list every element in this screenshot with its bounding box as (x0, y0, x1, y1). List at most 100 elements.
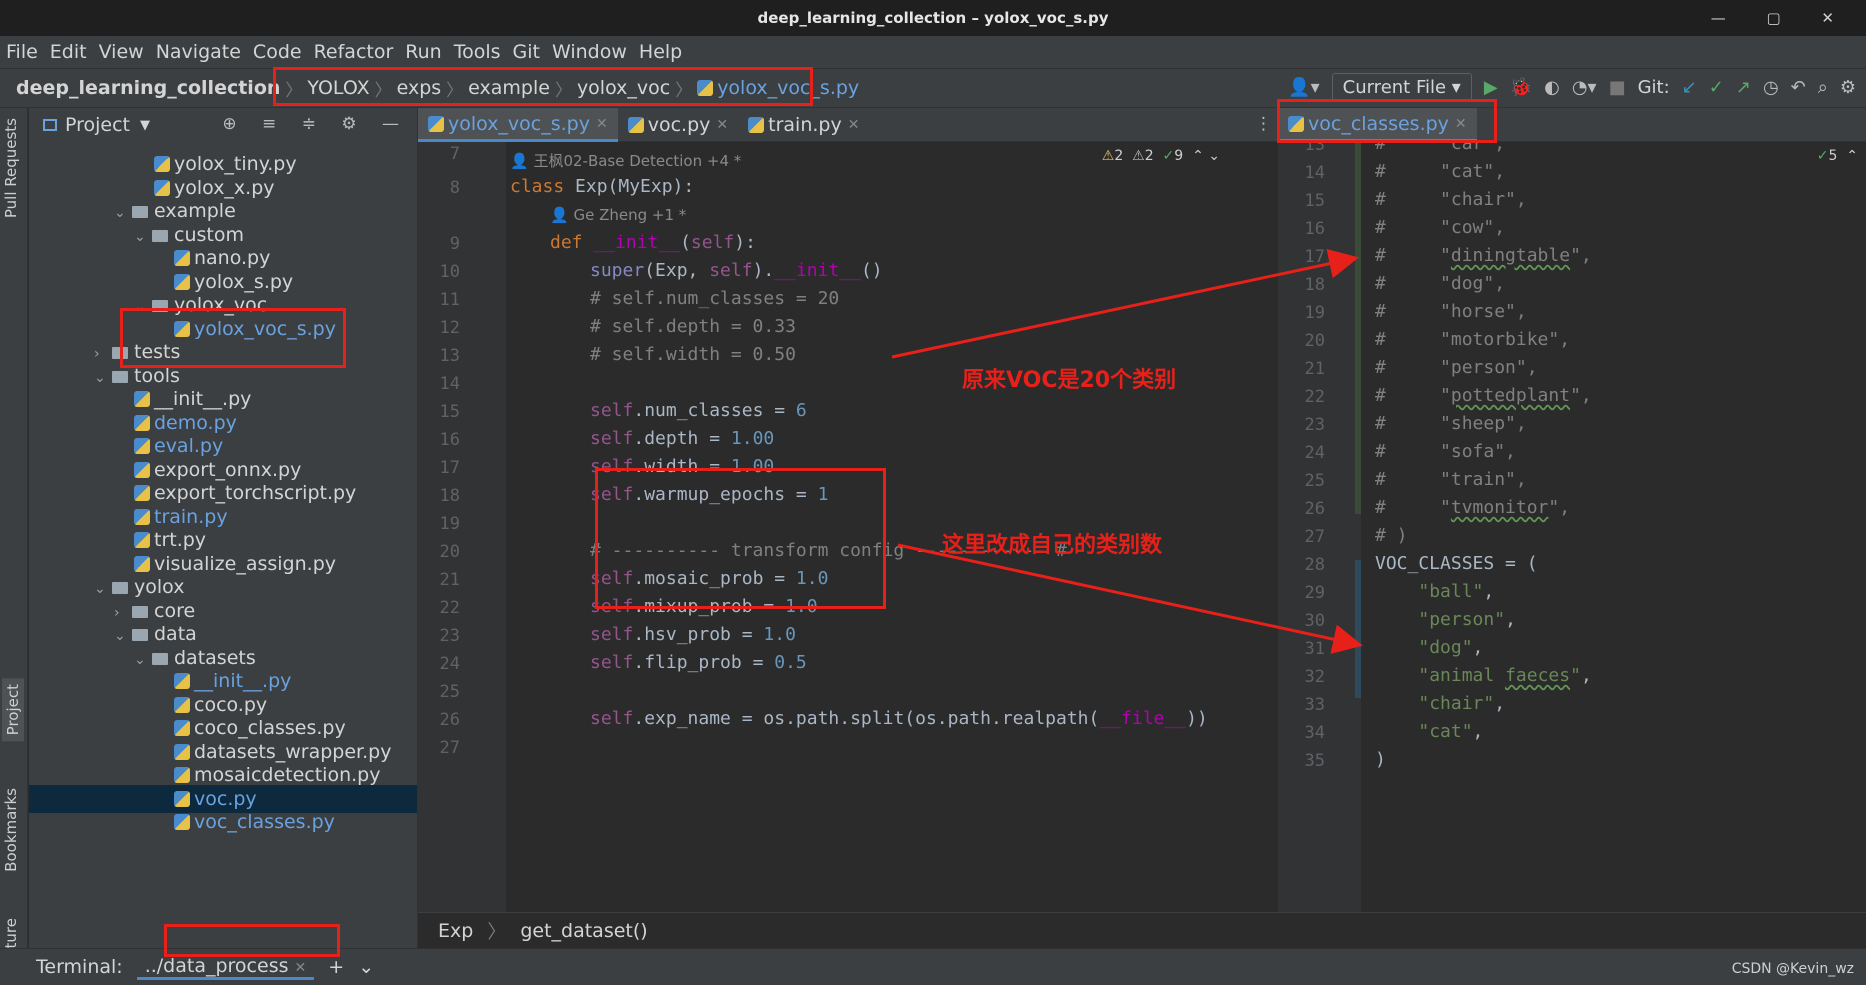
tree-file[interactable]: voc_classes.py (174, 808, 335, 836)
chevron-down-icon[interactable]: ⌄ (114, 199, 132, 227)
settings-icon[interactable]: ⚙ (1840, 77, 1856, 98)
change-marker (1355, 560, 1361, 698)
terminal-tab[interactable]: ../data_process ✕ (136, 955, 315, 980)
tab-voc[interactable]: voc.py ✕ (618, 108, 738, 142)
highlight-voc-classes-tab (1277, 99, 1497, 143)
project-view-icon (43, 119, 57, 131)
line-number: 7 (449, 144, 460, 164)
code-line: "chair", (1418, 693, 1506, 714)
code-line: # "horse", (1375, 301, 1527, 322)
window-title: deep_learning_collection – yolox_voc_s.p… (757, 9, 1109, 27)
chevron-down-icon[interactable]: ⌄ (134, 223, 152, 251)
project-tool-tab[interactable]: Project (2, 678, 24, 742)
line-number: 35 (1304, 751, 1325, 771)
add-terminal-icon[interactable]: + (328, 956, 344, 978)
menu-git[interactable]: Git (513, 41, 540, 63)
menu-bar: File Edit View Navigate Code Refactor Ru… (0, 36, 1866, 68)
stop-icon[interactable]: ■ (1609, 77, 1626, 98)
chevron-down-icon[interactable]: ⌄ (94, 364, 112, 392)
code-line: # "car", (1375, 142, 1506, 154)
line-number: 14 (1304, 163, 1325, 183)
author-hint[interactable]: 👤 Ge Zheng +1 * (550, 206, 686, 224)
run-config-select[interactable]: Current File ▾ (1331, 73, 1472, 102)
coverage-icon[interactable]: ◐ (1544, 77, 1560, 98)
close-icon[interactable]: ✕ (596, 107, 608, 141)
project-panel-title[interactable]: Project (65, 114, 130, 136)
menu-window[interactable]: Window (552, 41, 627, 63)
chevron-down-icon[interactable]: ⌄ (134, 646, 152, 674)
profile-icon[interactable]: ◔▾ (1572, 77, 1597, 98)
menu-edit[interactable]: Edit (50, 41, 87, 63)
python-file-icon (174, 790, 190, 807)
line-number: 29 (1304, 583, 1325, 603)
close-icon[interactable]: ✕ (716, 108, 728, 142)
more-tabs-icon[interactable]: ⋮ (1255, 114, 1272, 134)
git-commit-icon[interactable]: ✓ (1709, 77, 1724, 98)
menu-refactor[interactable]: Refactor (314, 41, 394, 63)
chevron-down-icon[interactable]: ⌄ (114, 622, 132, 650)
python-file-icon (174, 720, 190, 736)
python-file-icon (134, 391, 150, 407)
inspection-widget[interactable]: ✓5 ⌃ (1817, 148, 1858, 164)
line-number: 21 (439, 570, 460, 590)
git-push-icon[interactable]: ↗ (1736, 77, 1751, 98)
line-number: 10 (439, 262, 460, 282)
line-number: 33 (1304, 695, 1325, 715)
history-icon[interactable]: ◷ (1763, 77, 1779, 98)
watermark: CSDN @Kevin_wz (1731, 961, 1854, 977)
left-tool-strip: Pull Requests Project Bookmarks Structur… (0, 108, 28, 985)
user-icon[interactable]: 👤▾ (1288, 77, 1319, 98)
line-number: 24 (439, 654, 460, 674)
project-name[interactable]: deep_learning_collection (16, 77, 280, 99)
breadcrumb-class[interactable]: Exp (438, 920, 473, 942)
panel-actions[interactable]: ⊕ ≡ ≑ ⚙ — (222, 114, 409, 134)
chevron-down-icon[interactable]: ▼ (140, 118, 150, 133)
line-number: 28 (1304, 555, 1325, 575)
annotation-voc-20-classes: 原来VOC是20个类别 (962, 368, 1177, 393)
git-update-icon[interactable]: ↙ (1682, 77, 1697, 98)
inspection-widget[interactable]: ⚠2 ⚠2 ✓9 ⌃ ⌄ (1102, 148, 1220, 164)
code-line: "dog", (1418, 637, 1484, 658)
line-number: 14 (439, 374, 460, 394)
line-number: 9 (449, 234, 460, 254)
code-line: self.exp_name = os.path.split(os.path.re… (590, 708, 1208, 729)
menu-run[interactable]: Run (405, 41, 441, 63)
menu-code[interactable]: Code (253, 41, 302, 63)
menu-file[interactable]: File (6, 41, 38, 63)
line-number: 23 (1304, 415, 1325, 435)
close-icon[interactable]: ✕ (295, 960, 307, 976)
line-number: 27 (439, 738, 460, 758)
window-controls[interactable]: — ▢ ✕ (1711, 0, 1852, 36)
code-line: self.num_classes = 6 (590, 400, 807, 421)
python-file-icon (134, 485, 150, 501)
code-line: def __init__(self): (550, 232, 756, 253)
python-file-icon (174, 696, 190, 713)
window-title-bar: deep_learning_collection – yolox_voc_s.p… (0, 0, 1866, 36)
menu-view[interactable]: View (99, 41, 144, 63)
python-file-icon (134, 461, 150, 478)
run-icon[interactable]: ▶ (1484, 77, 1498, 98)
code-line: # "dog", (1375, 273, 1506, 294)
bookmarks-tab[interactable]: Bookmarks (2, 788, 20, 872)
debug-icon[interactable]: 🐞 (1510, 77, 1532, 98)
breadcrumb-method[interactable]: get_dataset() (520, 920, 647, 942)
author-hint[interactable]: 👤 王枫02-Base Detection +4 * (510, 150, 741, 171)
line-number: 17 (439, 458, 460, 478)
code-line: # "cat", (1375, 161, 1506, 182)
tab-train[interactable]: train.py ✕ (738, 108, 869, 142)
code-line: # self.depth = 0.33 (590, 316, 796, 337)
menu-tools[interactable]: Tools (454, 41, 501, 63)
editor-right[interactable]: 13 14 15 16 17 18 19 20 21 22 23 24 25 26 27 28 29 30 31 32… (1278, 142, 1866, 912)
tab-yolox-voc-s[interactable]: yolox_voc_s.py ✕ (418, 108, 618, 142)
pull-requests-tab[interactable]: Pull Requests (2, 118, 20, 218)
line-number: 15 (439, 402, 460, 422)
chevron-down-icon[interactable]: ⌄ (358, 956, 374, 978)
close-icon[interactable]: ✕ (848, 108, 860, 142)
code-breadcrumb-bar: Exp 〉 get_dataset() (418, 912, 1866, 948)
menu-navigate[interactable]: Navigate (156, 41, 241, 63)
rollback-icon[interactable]: ↶ (1791, 77, 1806, 98)
search-icon[interactable]: ⌕ (1818, 77, 1828, 98)
menu-help[interactable]: Help (639, 41, 682, 63)
folder-icon (152, 652, 168, 665)
chevron-down-icon[interactable]: ⌄ (94, 575, 112, 603)
